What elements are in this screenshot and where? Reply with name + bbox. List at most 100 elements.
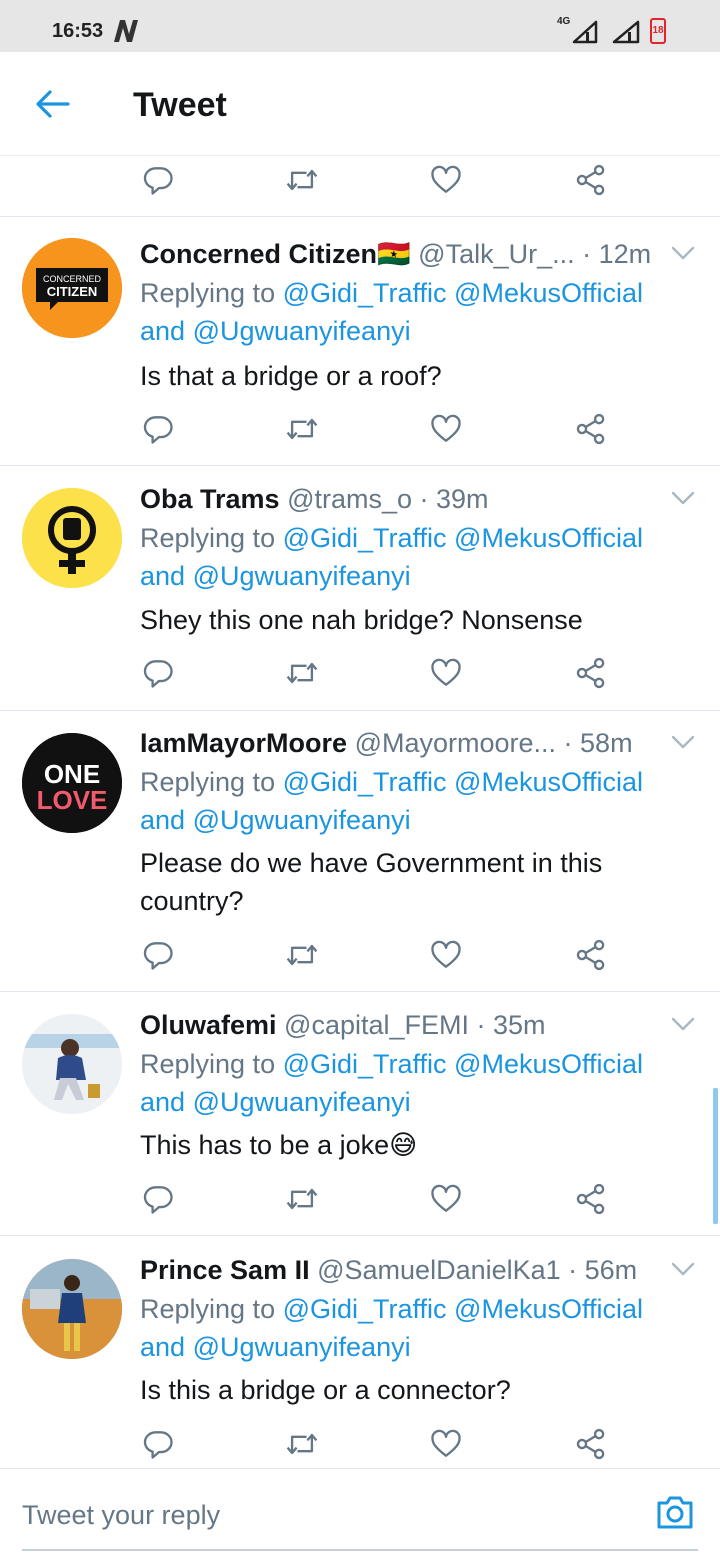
signal-icon <box>572 20 598 44</box>
avatar[interactable] <box>22 1259 122 1359</box>
mention-link[interactable]: @Ugwuanyifeanyi <box>193 1087 411 1117</box>
tweet-text: Is this a bridge or a connector? <box>140 1375 511 1405</box>
heart-icon <box>428 162 464 198</box>
netflix-notification-icon <box>114 20 138 42</box>
retweet-button[interactable] <box>282 1179 322 1219</box>
retweet-button[interactable] <box>282 1424 322 1464</box>
like-button[interactable] <box>426 1424 466 1464</box>
comment-icon <box>140 937 176 973</box>
share-button[interactable] <box>571 1424 611 1464</box>
avatar[interactable]: ONE LOVE <box>22 733 122 833</box>
avatar-image <box>22 1259 122 1359</box>
like-button[interactable] <box>426 160 466 200</box>
user-name[interactable]: IamMayorMoore <box>140 728 347 758</box>
reply-tweet[interactable]: Prince Sam II @SamuelDanielKa1 · 56m Rep… <box>0 1252 720 1466</box>
avatar-text-line2: CITIZEN <box>47 284 98 299</box>
user-handle[interactable]: @Talk_Ur_... <box>418 239 574 269</box>
user-handle[interactable]: @capital_FEMI <box>284 1010 469 1040</box>
page-title: Tweet <box>133 86 227 124</box>
comment-icon <box>140 162 176 198</box>
reply-button[interactable] <box>138 1424 178 1464</box>
user-name[interactable]: Prince Sam II <box>140 1255 310 1285</box>
share-button[interactable] <box>571 653 611 693</box>
network-type: 4G <box>557 16 571 27</box>
mention-link[interactable]: @Gidi_Traffic @MekusOfficial <box>283 278 643 308</box>
tweet-actions <box>0 653 720 693</box>
reply-button[interactable] <box>138 1179 178 1219</box>
avatar-image <box>22 488 122 588</box>
tweet-actions <box>0 1424 720 1464</box>
retweet-button[interactable] <box>282 653 322 693</box>
chevron-down-icon[interactable] <box>670 1256 696 1282</box>
divider <box>0 465 720 466</box>
tweet-time: · 12m <box>574 239 652 269</box>
retweet-button[interactable] <box>282 409 322 449</box>
user-name[interactable]: Oba Trams <box>140 484 280 514</box>
mention-link[interactable]: @Gidi_Traffic @MekusOfficial <box>283 1294 643 1324</box>
user-handle[interactable]: @Mayormoore... <box>355 728 556 758</box>
mention-link[interactable]: @Ugwuanyifeanyi <box>193 561 411 591</box>
camera-icon[interactable] <box>654 1491 696 1533</box>
tweet-time: · 35m <box>469 1010 546 1040</box>
battery-level: 18 <box>652 25 664 36</box>
share-icon <box>573 162 609 198</box>
mention-link[interactable]: @Ugwuanyifeanyi <box>193 316 411 346</box>
avatar[interactable]: CONCERNED CITIZEN <box>22 238 122 338</box>
battery-icon: 18 <box>650 18 666 44</box>
and-label: and <box>140 1087 193 1117</box>
mention-link[interactable]: @Gidi_Traffic @MekusOfficial <box>283 1049 643 1079</box>
avatar[interactable] <box>22 1014 122 1114</box>
share-icon <box>573 937 609 973</box>
mention-link[interactable]: @Gidi_Traffic @MekusOfficial <box>283 767 643 797</box>
chevron-down-icon[interactable] <box>670 485 696 511</box>
like-button[interactable] <box>426 653 466 693</box>
arrow-left-icon[interactable] <box>34 88 70 120</box>
retweet-icon <box>284 411 320 447</box>
retweet-icon <box>284 1426 320 1462</box>
mention-link[interactable]: @Ugwuanyifeanyi <box>193 805 411 835</box>
share-button[interactable] <box>571 935 611 975</box>
reply-input[interactable] <box>22 1495 622 1535</box>
retweet-button[interactable] <box>282 160 322 200</box>
mention-link[interactable]: @Gidi_Traffic @MekusOfficial <box>283 523 643 553</box>
user-name[interactable]: Concerned Citizen🇬🇭 <box>140 239 411 269</box>
replying-to-label: Replying to <box>140 1049 283 1079</box>
app-header: Tweet <box>0 52 720 156</box>
heart-icon <box>428 1181 464 1217</box>
reply-button[interactable] <box>138 653 178 693</box>
chevron-down-icon[interactable] <box>670 729 696 755</box>
replying-to: Replying to @Gidi_Traffic @MekusOfficial… <box>140 763 700 839</box>
share-icon <box>573 1426 609 1462</box>
share-button[interactable] <box>571 160 611 200</box>
like-button[interactable] <box>426 409 466 449</box>
divider <box>0 216 720 217</box>
mention-link[interactable]: @Ugwuanyifeanyi <box>193 1332 411 1362</box>
scrollbar-thumb[interactable] <box>713 1088 718 1224</box>
share-button[interactable] <box>571 1179 611 1219</box>
tweet-text: This has to be a joke😅 <box>140 1130 418 1160</box>
avatar-image: CONCERNED CITIZEN <box>22 238 122 338</box>
reply-tweet[interactable]: CONCERNED CITIZEN Concerned Citizen🇬🇭 @T… <box>0 236 720 465</box>
signal-icon-2 <box>612 20 640 44</box>
reply-tweet[interactable]: ONE LOVE IamMayorMoore @Mayormoore... · … <box>0 725 720 991</box>
reply-button[interactable] <box>138 160 178 200</box>
avatar[interactable] <box>22 488 122 588</box>
user-name[interactable]: Oluwafemi <box>140 1010 277 1040</box>
reply-tweet[interactable]: Oluwafemi @capital_FEMI · 35m Replying t… <box>0 1007 720 1235</box>
comment-icon <box>140 655 176 691</box>
user-handle[interactable]: @SamuelDanielKa1 <box>317 1255 561 1285</box>
reply-button[interactable] <box>138 935 178 975</box>
tweet-text: Is that a bridge or a roof? <box>140 361 442 391</box>
chevron-down-icon[interactable] <box>670 240 696 266</box>
like-button[interactable] <box>426 935 466 975</box>
heart-icon <box>428 1426 464 1462</box>
replying-to-label: Replying to <box>140 523 283 553</box>
retweet-button[interactable] <box>282 935 322 975</box>
user-handle[interactable]: @trams_o <box>287 484 412 514</box>
share-button[interactable] <box>571 409 611 449</box>
reply-tweet[interactable]: Oba Trams @trams_o · 39m Replying to @Gi… <box>0 481 720 710</box>
retweet-icon <box>284 937 320 973</box>
reply-button[interactable] <box>138 409 178 449</box>
chevron-down-icon[interactable] <box>670 1011 696 1037</box>
like-button[interactable] <box>426 1179 466 1219</box>
